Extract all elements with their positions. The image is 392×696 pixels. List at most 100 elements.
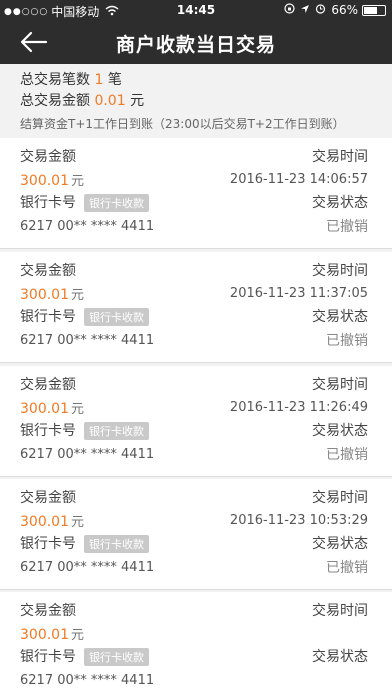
amount-label: 交易金额 — [20, 603, 76, 619]
amount-label: 交易金额 — [20, 149, 76, 165]
payment-type-badge: 银行卡收款 — [84, 648, 149, 666]
rotation-lock-icon — [284, 3, 295, 17]
card-label-group: 银行卡号 银行卡收款 — [20, 533, 149, 553]
status-value: 已撤销 — [326, 219, 368, 235]
card-status-labels: 银行卡号 银行卡收款 交易状态 — [20, 191, 368, 213]
time-label: 交易时间 — [312, 377, 368, 393]
status-right: 66% — [279, 3, 386, 17]
card-status-labels: 银行卡号 银行卡收款 交易状态 — [20, 645, 368, 667]
amount-group: 300.01 元 — [20, 624, 84, 643]
currency-unit: 元 — [71, 287, 85, 303]
status-label: 交易状态 — [312, 195, 368, 211]
time-value: 2016-11-23 14:06:57 — [229, 171, 368, 187]
card-number: 6217 00** **** 4411 — [20, 218, 155, 234]
total-amount-value: 0.01 — [94, 93, 126, 109]
amount-time-labels: 交易金额 交易时间 — [20, 259, 368, 281]
amount-time-labels: 交易金额 交易时间 — [20, 373, 368, 395]
total-count: 总交易笔数 1 笔 — [20, 69, 122, 89]
transaction-card[interactable]: 交易金额 交易时间 300.01 元 2016-11-23 14:06:57 银行… — [0, 138, 392, 249]
transaction-card[interactable]: 交易金额 交易时间 300.01 元 2016-11-23 11:37:05 银行… — [0, 252, 392, 363]
currency-unit: 元 — [71, 627, 85, 643]
total-count-value: 1 — [94, 72, 104, 88]
status-label: 交易状态 — [312, 649, 368, 665]
card-status-values: 6217 00** **** 4411 — [20, 669, 368, 691]
total-count-unit: 笔 — [107, 72, 122, 88]
amount-time-labels: 交易金额 交易时间 — [20, 599, 368, 621]
time-label: 交易时间 — [312, 603, 368, 619]
card-label: 银行卡号 — [20, 195, 76, 211]
card-label: 银行卡号 — [20, 309, 76, 325]
card-status-values: 6217 00** **** 4411 已撤销 — [20, 556, 368, 578]
currency-unit: 元 — [71, 514, 85, 530]
payment-type-badge: 银行卡收款 — [84, 422, 149, 440]
amount-time-labels: 交易金额 交易时间 — [20, 145, 368, 167]
amount-time-labels: 交易金额 交易时间 — [20, 486, 368, 508]
status-value: 已撤销 — [326, 560, 368, 576]
amount-group: 300.01 元 — [20, 511, 84, 530]
amount-value: 300.01 — [20, 626, 69, 643]
card-label: 银行卡号 — [20, 423, 76, 439]
payment-type-badge: 银行卡收款 — [84, 308, 149, 326]
transaction-card[interactable]: 交易金额 交易时间 300.01 元 银行卡号 银行卡收款 交易状态 6217 00… — [0, 592, 392, 696]
alarm-icon — [315, 3, 326, 17]
total-amount: 总交易金额 0.01 元 — [20, 90, 144, 110]
page-title: 商户收款当日交易 — [115, 34, 276, 56]
card-label-group: 银行卡号 银行卡收款 — [20, 646, 149, 666]
amount-group: 300.01 元 — [20, 284, 84, 303]
amount-value: 300.01 — [20, 286, 69, 303]
amount-value: 300.01 — [20, 513, 69, 530]
amount-time-values: 300.01 元 2016-11-23 11:37:05 — [20, 282, 368, 304]
currency-unit: 元 — [71, 173, 85, 189]
amount-group: 300.01 元 — [20, 398, 84, 417]
amount-value: 300.01 — [20, 400, 69, 417]
amount-label: 交易金额 — [20, 263, 76, 279]
settlement-notice: 结算资金T+1工作日到账（23:00以后交易T+2工作日到账） — [20, 117, 345, 131]
time-label: 交易时间 — [312, 149, 368, 165]
battery-percent: 66% — [331, 3, 358, 17]
card-status-values: 6217 00** **** 4411 已撤销 — [20, 215, 368, 237]
card-number: 6217 00** **** 4411 — [20, 559, 155, 575]
status-label: 交易状态 — [312, 309, 368, 325]
card-status-labels: 银行卡号 银行卡收款 交易状态 — [20, 419, 368, 441]
card-label: 银行卡号 — [20, 536, 76, 552]
time-value: 2016-11-23 11:37:05 — [229, 285, 368, 301]
payment-type-badge: 银行卡收款 — [84, 194, 149, 212]
card-status-labels: 银行卡号 银行卡收款 交易状态 — [20, 532, 368, 554]
amount-group: 300.01 元 — [20, 170, 84, 189]
status-value: 已撤销 — [326, 447, 368, 463]
status-bar: ●●○○○ 中国移动 14:45 66% — [0, 0, 392, 20]
card-status-values: 6217 00** **** 4411 已撤销 — [20, 443, 368, 465]
status-label: 交易状态 — [312, 536, 368, 552]
amount-label: 交易金额 — [20, 490, 76, 506]
amount-time-values: 300.01 元 — [20, 622, 368, 644]
card-status-values: 6217 00** **** 4411 已撤销 — [20, 329, 368, 351]
total-count-label: 总交易笔数 — [20, 72, 90, 88]
status-value: 已撤销 — [326, 333, 368, 349]
currency-unit: 元 — [71, 401, 85, 417]
time-label: 交易时间 — [312, 263, 368, 279]
time-label: 交易时间 — [312, 490, 368, 506]
time-value: 2016-11-23 10:53:29 — [229, 512, 368, 528]
card-label-group: 银行卡号 银行卡收款 — [20, 192, 149, 212]
card-number: 6217 00** **** 4411 — [20, 332, 155, 348]
status-label: 交易状态 — [312, 423, 368, 439]
time-value: 2016-11-23 11:26:49 — [229, 399, 368, 415]
nav-bar: 商户收款当日交易 — [0, 20, 392, 64]
amount-time-values: 300.01 元 2016-11-23 11:26:49 — [20, 396, 368, 418]
card-label-group: 银行卡号 银行卡收款 — [20, 306, 149, 326]
total-amount-unit: 元 — [130, 93, 145, 109]
amount-value: 300.01 — [20, 172, 69, 189]
card-label: 银行卡号 — [20, 649, 76, 665]
card-status-labels: 银行卡号 银行卡收款 交易状态 — [20, 305, 368, 327]
transaction-card[interactable]: 交易金额 交易时间 300.01 元 2016-11-23 10:53:29 银行… — [0, 479, 392, 590]
card-number: 6217 00** **** 4411 — [20, 446, 155, 462]
amount-time-values: 300.01 元 2016-11-23 14:06:57 — [20, 168, 368, 190]
total-amount-label: 总交易金额 — [20, 93, 90, 109]
battery-fill — [364, 6, 377, 14]
card-label-group: 银行卡号 银行卡收款 — [20, 420, 149, 440]
location-icon — [300, 3, 310, 17]
transaction-card[interactable]: 交易金额 交易时间 300.01 元 2016-11-23 11:26:49 银行… — [0, 366, 392, 477]
payment-type-badge: 银行卡收款 — [84, 535, 149, 553]
amount-label: 交易金额 — [20, 377, 76, 393]
battery-icon — [362, 4, 386, 16]
